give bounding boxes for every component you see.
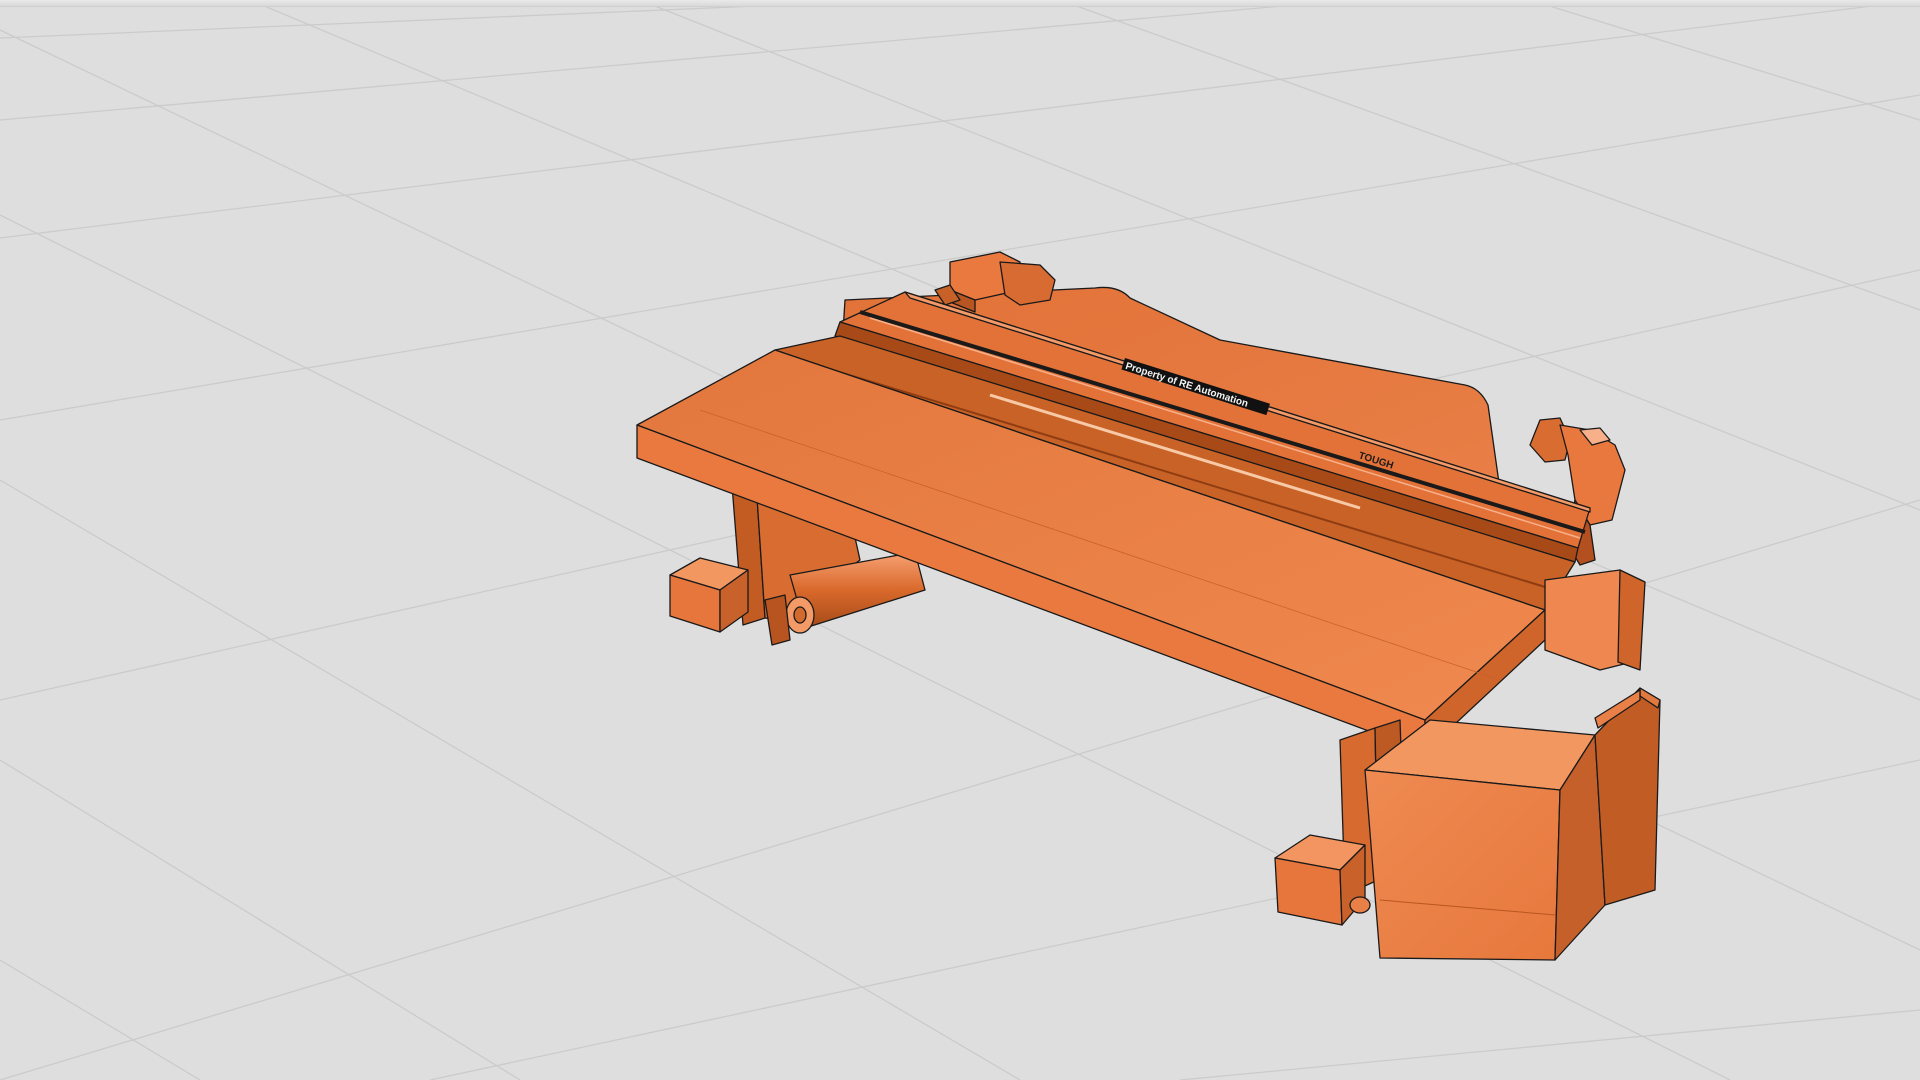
3d-viewport[interactable]: Property of RE Automation TOUGH: [0, 0, 1920, 1080]
scene-canvas[interactable]: Property of RE Automation TOUGH: [0, 0, 1920, 1080]
brake-model[interactable]: Property of RE Automation TOUGH: [636, 251, 1661, 961]
viewport-top-edge: [0, 0, 1920, 7]
